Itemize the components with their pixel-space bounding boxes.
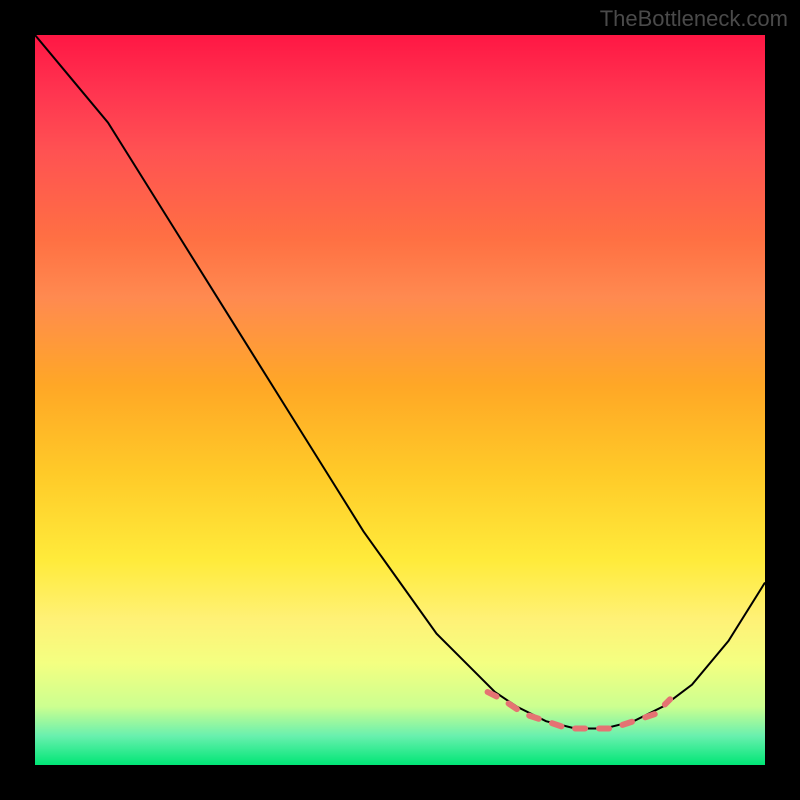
- chart-svg: [35, 35, 765, 765]
- curve-line: [35, 35, 765, 729]
- watermark-text: TheBottleneck.com: [600, 6, 788, 32]
- chart-plot-area: [35, 35, 765, 765]
- optimal-band-line: [488, 692, 670, 729]
